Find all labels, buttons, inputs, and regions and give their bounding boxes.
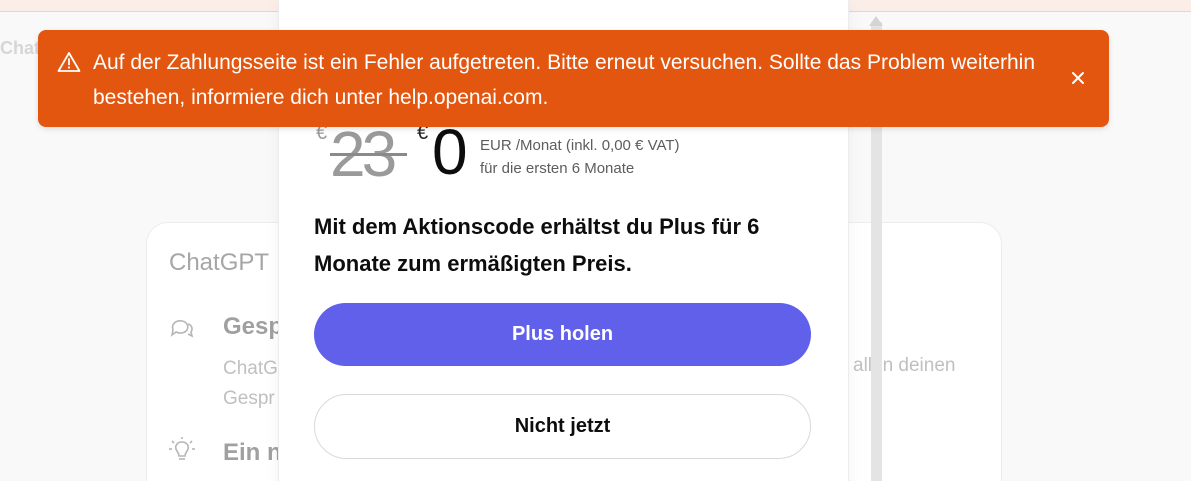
lightbulb-icon — [169, 437, 195, 460]
promo-text: Mit dem Aktionscode erhältst du Plus für… — [314, 214, 760, 276]
error-toast: Auf der Zahlungsseite ist ein Fehler auf… — [38, 30, 1109, 127]
get-plus-button[interactable]: Plus holen — [314, 303, 811, 366]
price-strikethrough — [330, 153, 407, 156]
scroll-up-arrow-icon[interactable] — [869, 16, 883, 26]
close-icon[interactable] — [1066, 66, 1090, 90]
price-detail-line1: EUR /Monat (inkl. 0,00 € VAT) — [480, 137, 680, 154]
feature-title-1: Gesp — [223, 313, 284, 340]
warning-triangle-icon — [57, 52, 81, 72]
not-now-button[interactable]: Nicht jetzt — [314, 394, 811, 459]
card-title: ChatGPT — [169, 249, 270, 276]
price-detail-line2: für die ersten 6 Monate — [480, 160, 635, 177]
chat-bubbles-icon — [170, 320, 194, 338]
error-message: Auf der Zahlungsseite ist ein Fehler auf… — [93, 51, 1036, 109]
feature-desc-1-line1: ChatG — [223, 358, 278, 379]
feature-title-2: Ein n — [223, 439, 282, 466]
background-app-name: Chat — [0, 38, 40, 58]
feature-desc-right: allen deinen — [853, 355, 956, 376]
feature-desc-1-line2: Gespr — [223, 388, 275, 409]
